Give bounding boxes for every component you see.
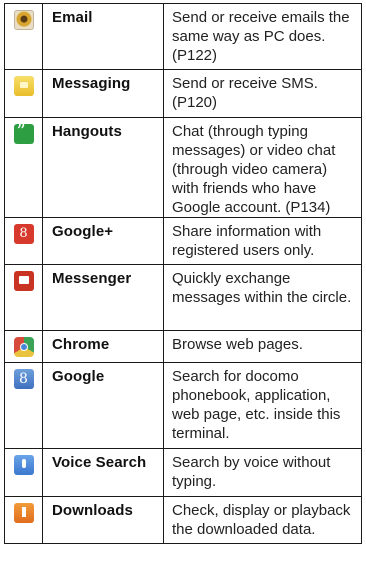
voice-search-icon (13, 455, 34, 475)
app-name: Email (42, 3, 164, 70)
table-row: 8 Google+ Share information with registe… (4, 217, 362, 265)
messenger-icon (13, 271, 34, 291)
icon-cell: 8 (4, 217, 43, 265)
icon-cell (4, 448, 43, 497)
table-row: Messaging Send or receive SMS. (P120) (4, 69, 362, 118)
app-description: Search for docomo phonebook, application… (163, 362, 362, 449)
app-description: Send or receive emails the same way as P… (163, 3, 362, 70)
icon-cell (4, 3, 43, 70)
app-name: Google+ (42, 217, 164, 265)
email-icon (13, 10, 34, 30)
icon-cell (4, 264, 43, 331)
icon-cell (4, 496, 43, 544)
table-row: 8 Google Search for docomo phonebook, ap… (4, 362, 362, 449)
hangouts-icon (13, 121, 34, 144)
app-description: Check, display or playback the downloade… (163, 496, 362, 544)
google-search-icon: 8 (13, 369, 34, 389)
apps-table: Email Send or receive emails the same wa… (4, 3, 362, 544)
table-row: Email Send or receive emails the same wa… (4, 3, 362, 70)
app-name: Messaging (42, 69, 164, 118)
icon-cell (4, 330, 43, 363)
downloads-icon (13, 503, 34, 523)
google-plus-icon: 8 (13, 224, 34, 244)
table-row: Messenger Quickly exchange messages with… (4, 264, 362, 331)
app-name: Google (42, 362, 164, 449)
app-description: Search by voice without typing. (163, 448, 362, 497)
app-description: Share information with registered users … (163, 217, 362, 265)
messaging-icon (13, 76, 34, 96)
app-name: Voice Search (42, 448, 164, 497)
app-name: Chrome (42, 330, 164, 363)
table-row: Hangouts Chat (through typing messages) … (4, 117, 362, 218)
app-description: Send or receive SMS. (P120) (163, 69, 362, 118)
table-row: Voice Search Search by voice without typ… (4, 448, 362, 497)
icon-cell (4, 69, 43, 118)
app-description: Chat (through typing messages) or video … (163, 117, 362, 218)
icon-cell: 8 (4, 362, 43, 449)
app-name: Hangouts (42, 117, 164, 218)
icon-cell (4, 117, 43, 218)
app-description: Quickly exchange messages within the cir… (163, 264, 362, 331)
app-description: Browse web pages. (163, 330, 362, 363)
table-row: Chrome Browse web pages. (4, 330, 362, 363)
table-row: Downloads Check, display or playback the… (4, 496, 362, 544)
chrome-icon (13, 337, 34, 357)
app-name: Messenger (42, 264, 164, 331)
app-name: Downloads (42, 496, 164, 544)
